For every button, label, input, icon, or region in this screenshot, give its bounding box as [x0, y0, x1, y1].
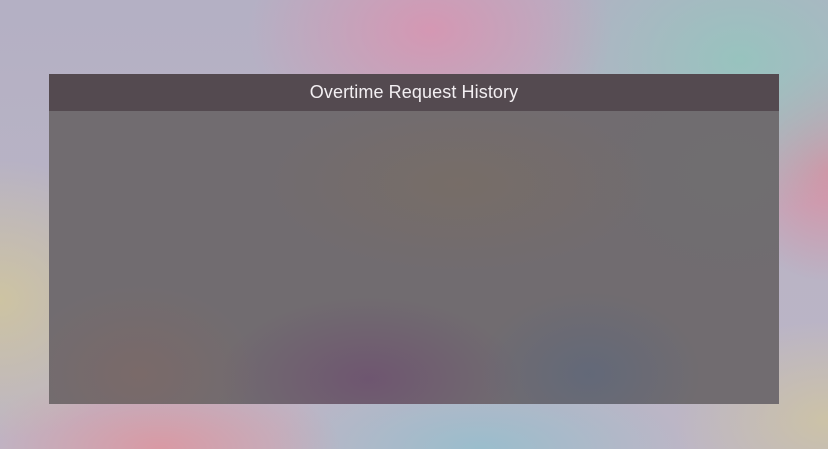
window-title-bar: Overtime Request History — [49, 74, 779, 111]
overtime-history-window: Overtime Request History — [49, 74, 779, 404]
history-list — [49, 111, 779, 404]
window-title: Overtime Request History — [309, 82, 519, 102]
